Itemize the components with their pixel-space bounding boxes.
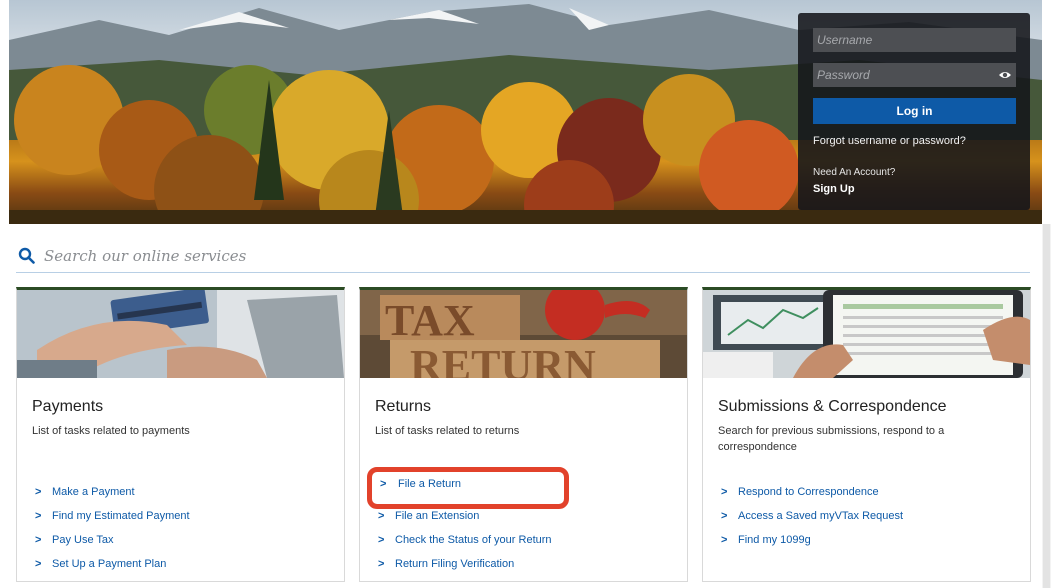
svg-text:RETURN: RETURN [410, 341, 596, 378]
search-bar [16, 240, 1030, 273]
submissions-task-list: > Respond to Correspondence > Access a Sav… [718, 480, 903, 552]
card-title: Submissions & Correspondence [718, 398, 947, 415]
find-1099g-link[interactable]: Find my 1099g [738, 534, 811, 546]
list-item[interactable]: > File an Extension [375, 504, 552, 528]
payments-image [17, 290, 344, 378]
need-account-text: Need An Account? [813, 167, 896, 178]
payments-task-list: > Make a Payment > Find my Estimated Payme… [32, 480, 190, 576]
tablet-tax-form-image [703, 290, 1030, 378]
chevron-right-icon: > [378, 558, 385, 570]
list-item[interactable]: > Access a Saved myVTax Request [718, 504, 903, 528]
chevron-right-icon: > [378, 510, 385, 522]
card-title: Returns [375, 398, 432, 415]
find-estimated-payment-link[interactable]: Find my Estimated Payment [52, 510, 190, 522]
list-item[interactable]: > Set Up a Payment Plan [32, 552, 190, 576]
password-input[interactable] [813, 63, 1016, 87]
scrollbar[interactable] [1042, 224, 1051, 588]
card-description: List of tasks related to payments [32, 425, 190, 437]
chevron-right-icon: > [35, 534, 42, 546]
card-description: List of tasks related to returns [375, 425, 520, 437]
list-item[interactable]: > Return Filing Verification [375, 552, 552, 576]
list-item[interactable]: > Check the Status of your Return [375, 528, 552, 552]
tax-return-image: TAX RETURN [360, 290, 687, 378]
make-payment-link[interactable]: Make a Payment [52, 486, 135, 498]
file-return-row[interactable]: > File a Return [380, 478, 461, 490]
respond-correspondence-link[interactable]: Respond to Correspondence [738, 486, 879, 498]
submissions-card: Submissions & Correspondence Search for … [702, 287, 1031, 582]
search-input[interactable] [44, 244, 944, 268]
sign-up-link[interactable]: Sign Up [813, 183, 855, 195]
saved-request-link[interactable]: Access a Saved myVTax Request [738, 510, 903, 522]
payments-card: Payments List of tasks related to paymen… [16, 287, 345, 582]
list-item[interactable]: > Respond to Correspondence [718, 480, 903, 504]
list-item[interactable]: > Pay Use Tax [32, 528, 190, 552]
login-button[interactable]: Log in [813, 98, 1016, 124]
return-filing-verification-link[interactable]: Return Filing Verification [395, 558, 514, 570]
card-description: Search for previous submissions, respond… [718, 425, 945, 453]
username-input[interactable] [813, 28, 1016, 52]
chevron-right-icon: > [378, 534, 385, 546]
search-icon[interactable] [18, 247, 35, 264]
file-extension-link[interactable]: File an Extension [395, 510, 479, 522]
payment-plan-link[interactable]: Set Up a Payment Plan [52, 558, 166, 570]
list-item[interactable]: > Make a Payment [32, 480, 190, 504]
scrollbar-thumb[interactable] [1043, 224, 1050, 588]
file-return-link[interactable]: File a Return [398, 478, 461, 490]
chevron-right-icon: > [35, 510, 42, 522]
list-item[interactable]: > Find my Estimated Payment [32, 504, 190, 528]
returns-card: TAX RETURN Returns List of tasks related… [359, 287, 688, 582]
list-item[interactable]: > Find my 1099g [718, 528, 903, 552]
chevron-right-icon: > [35, 486, 42, 498]
show-password-icon[interactable] [998, 69, 1012, 81]
chevron-right-icon: > [721, 534, 728, 546]
check-return-status-link[interactable]: Check the Status of your Return [395, 534, 552, 546]
chevron-right-icon: > [380, 478, 387, 490]
forgot-credentials-link[interactable]: Forgot username or password? [813, 135, 966, 147]
card-title: Payments [32, 398, 104, 415]
chevron-right-icon: > [721, 510, 728, 522]
chevron-right-icon: > [721, 486, 728, 498]
svg-text:TAX: TAX [385, 296, 475, 345]
login-panel: Log in Forgot username or password? Need… [798, 13, 1030, 210]
chevron-right-icon: > [35, 558, 42, 570]
pay-use-tax-link[interactable]: Pay Use Tax [52, 534, 114, 546]
